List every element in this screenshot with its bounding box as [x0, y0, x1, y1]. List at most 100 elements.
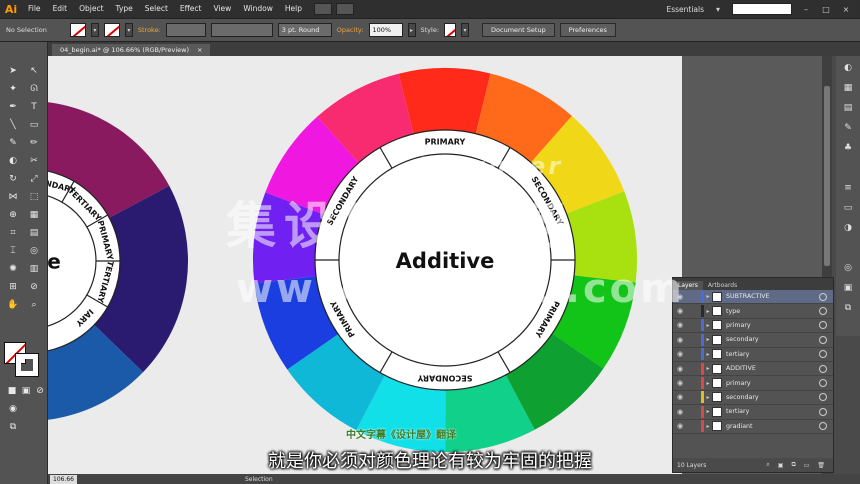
none-mode-icon[interactable]: ⊘	[32, 384, 48, 398]
visibility-eye-icon[interactable]: ◉	[673, 336, 687, 344]
document-tab[interactable]: 04_begin.ai* @ 106.66% (RGB/Preview) ×	[52, 44, 211, 56]
opacity-field[interactable]: 100%	[368, 23, 403, 37]
lasso-tool-icon[interactable]: ᘏ	[26, 82, 42, 96]
expand-arrow-icon[interactable]: ▸	[704, 380, 712, 387]
search-input[interactable]	[732, 3, 792, 15]
close-tab-icon[interactable]: ×	[197, 46, 202, 54]
minimize-icon[interactable]: –	[800, 5, 812, 14]
direct-selection-tool-icon[interactable]: ↖	[26, 64, 42, 78]
layer-row[interactable]: ◉ ▸ SUBTRACTIVE	[673, 290, 833, 305]
bridge-button[interactable]	[314, 3, 332, 15]
fill-dropdown-icon[interactable]: ▾	[90, 23, 99, 37]
layer-row[interactable]: ◉ ▸ primary	[673, 319, 833, 334]
pen-tool-icon[interactable]: ✒	[5, 100, 21, 114]
layer-target-icon[interactable]	[819, 407, 827, 416]
tab-artboards[interactable]: Artboards	[703, 281, 742, 290]
visibility-eye-icon[interactable]: ◉	[673, 422, 687, 430]
symbol-sprayer-tool-icon[interactable]: ✺	[5, 262, 21, 276]
expand-arrow-icon[interactable]: ▸	[704, 322, 712, 329]
expand-arrow-icon[interactable]: ▸	[704, 308, 712, 315]
layer-row[interactable]: ◉ ▸ ADDITIVE	[673, 362, 833, 377]
stroke-label[interactable]: Stroke:	[138, 26, 161, 34]
blob-brush-tool-icon[interactable]: ◐	[5, 154, 21, 168]
layer-row[interactable]: ◉ ▸ secondary	[673, 333, 833, 348]
opacity-dropdown-icon[interactable]: ▸	[407, 23, 416, 37]
layer-target-icon[interactable]	[819, 307, 827, 316]
layer-target-icon[interactable]	[819, 364, 827, 373]
zoom-tool-icon[interactable]: ⌕	[26, 298, 42, 312]
visibility-eye-icon[interactable]: ◉	[673, 350, 687, 358]
scrollbar-thumb[interactable]	[824, 86, 830, 266]
width-tool-icon[interactable]: ⋈	[5, 190, 21, 204]
expand-arrow-icon[interactable]: ▸	[704, 408, 712, 415]
stroke-dropdown-icon[interactable]: ▾	[124, 23, 133, 37]
brush-definition[interactable]: 3 pt. Round	[277, 23, 332, 37]
eraser-tool-icon[interactable]: ✂	[26, 154, 42, 168]
menu-window[interactable]: Window	[237, 0, 279, 18]
symbols-panel-icon[interactable]: ♣	[842, 142, 854, 154]
line-tool-icon[interactable]: ╲	[5, 118, 21, 132]
expand-arrow-icon[interactable]: ▸	[704, 365, 712, 372]
menu-view[interactable]: View	[208, 0, 238, 18]
layer-row[interactable]: ◉ ▸ tertiary	[673, 348, 833, 362]
visibility-eye-icon[interactable]: ◉	[673, 321, 687, 329]
scale-tool-icon[interactable]: ⤢	[26, 172, 42, 186]
visibility-eye-icon[interactable]: ◉	[673, 393, 687, 401]
blend-tool-icon[interactable]: ◎	[26, 244, 42, 258]
stroke-swatch[interactable]	[103, 23, 120, 37]
menu-select[interactable]: Select	[139, 0, 174, 18]
eyedropper-tool-icon[interactable]: ⌶	[5, 244, 21, 258]
paintbrush-tool-icon[interactable]: ✎	[5, 136, 21, 150]
expand-arrow-icon[interactable]: ▸	[704, 293, 712, 300]
fill-swatch[interactable]	[69, 23, 86, 37]
document-setup-button[interactable]: Document Setup	[482, 23, 555, 37]
type-tool-icon[interactable]: T	[26, 100, 42, 114]
mesh-tool-icon[interactable]: ⌗	[5, 226, 21, 240]
layer-row[interactable]: ◉ ▸ tertiary	[673, 405, 833, 420]
layer-target-icon[interactable]	[819, 335, 827, 344]
rectangle-tool-icon[interactable]: ▭	[26, 118, 42, 132]
expand-arrow-icon[interactable]: ▸	[704, 394, 712, 401]
layer-target-icon[interactable]	[819, 379, 827, 388]
color-guide-icon[interactable]: ▦	[842, 82, 854, 94]
menu-edit[interactable]: Edit	[47, 0, 74, 18]
layer-target-icon[interactable]	[819, 321, 827, 330]
layers-panel-icon[interactable]: ⧉	[842, 302, 854, 314]
column-graph-tool-icon[interactable]: ▥	[26, 262, 42, 276]
stroke-box[interactable]	[15, 353, 39, 377]
rotate-tool-icon[interactable]: ↻	[5, 172, 21, 186]
layer-row[interactable]: ◉ ▸ gradiant	[673, 420, 833, 434]
maximize-icon[interactable]: □	[820, 5, 832, 14]
selection-tool-icon[interactable]: ➤	[5, 64, 21, 78]
visibility-eye-icon[interactable]: ◉	[673, 408, 687, 416]
close-icon[interactable]: ×	[840, 5, 852, 14]
menu-effect[interactable]: Effect	[174, 0, 208, 18]
menu-help[interactable]: Help	[279, 0, 308, 18]
expand-arrow-icon[interactable]: ▸	[704, 351, 712, 358]
arrange-documents-button[interactable]	[336, 3, 354, 15]
gradient-tool-icon[interactable]: ▤	[26, 226, 42, 240]
layer-row[interactable]: ◉ ▸ secondary	[673, 391, 833, 406]
layer-target-icon[interactable]	[819, 393, 827, 402]
artboard-canvas[interactable]: SECONDARY TERTIARY PRIMARY TERTIARY IARY e PR…	[48, 56, 682, 474]
appearance-panel-icon[interactable]: ◎	[842, 262, 854, 274]
visibility-eye-icon[interactable]: ◉	[673, 379, 687, 387]
zoom-field[interactable]: 106.66	[50, 474, 77, 484]
hand-tool-icon[interactable]: ✋	[5, 298, 21, 312]
layer-row[interactable]: ◉ ▸ type	[673, 304, 833, 319]
layer-target-icon[interactable]	[819, 350, 827, 359]
slice-tool-icon[interactable]: ⊘	[26, 280, 42, 294]
draw-mode-icon[interactable]: ◉	[5, 402, 21, 416]
visibility-eye-icon[interactable]: ◉	[673, 365, 687, 373]
stroke-panel-icon[interactable]: ≡	[842, 182, 854, 194]
menu-file[interactable]: File	[22, 0, 47, 18]
opacity-label[interactable]: Opacity:	[337, 26, 364, 34]
perspective-grid-tool-icon[interactable]: ▦	[26, 208, 42, 222]
layer-target-icon[interactable]	[819, 292, 827, 301]
free-transform-tool-icon[interactable]: ⬚	[26, 190, 42, 204]
workspace-chevron-icon[interactable]: ▾	[712, 5, 724, 14]
swatches-panel-icon[interactable]: ▤	[842, 102, 854, 114]
magic-wand-tool-icon[interactable]: ✦	[5, 82, 21, 96]
graphic-style-swatch[interactable]	[444, 23, 457, 37]
brushes-panel-icon[interactable]: ✎	[842, 122, 854, 134]
